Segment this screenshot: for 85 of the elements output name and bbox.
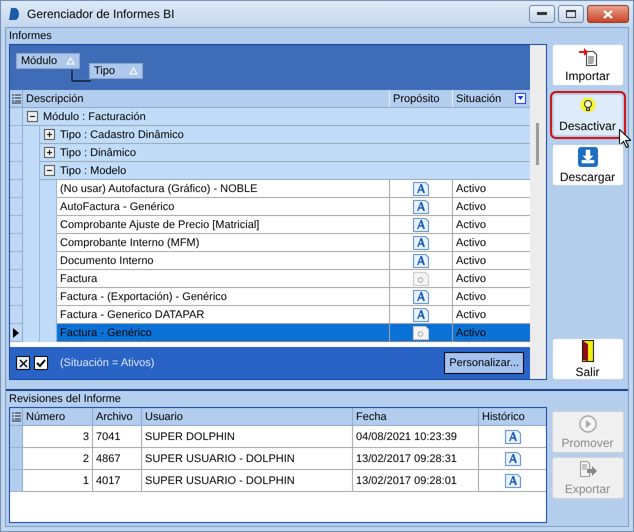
section-label: Informes	[8, 29, 53, 44]
close-icon	[603, 10, 613, 18]
close-button[interactable]	[587, 5, 629, 23]
report-row[interactable]: (No usar) Autofactura (Gráfico) - NOBLE Activo	[10, 180, 530, 198]
group-by-chip[interactable]: Tipo	[89, 63, 143, 79]
table-cell: 13/02/2017 09:28:31	[353, 448, 479, 470]
group-row-label: Tipo : Cadastro Dinâmico	[60, 128, 184, 140]
vertical-scrollbar[interactable]	[530, 45, 546, 379]
expand-icon[interactable]	[44, 129, 55, 140]
indent-cell	[23, 324, 40, 342]
app-logo-icon	[9, 8, 19, 20]
group-row-label: Módulo : Facturación	[43, 110, 146, 122]
row-indicator[interactable]	[10, 324, 23, 342]
collapse-icon[interactable]	[44, 165, 55, 176]
filter-checkbox[interactable]	[34, 356, 48, 370]
expand-icon[interactable]	[44, 147, 55, 158]
current-row-icon	[13, 328, 19, 338]
table-cell: Documento Interno	[57, 252, 390, 270]
report-row[interactable]: Comprobante Interno (MFM) Activo	[10, 234, 530, 252]
table-cell: Factura	[57, 270, 390, 288]
document-a-icon[interactable]	[504, 452, 520, 466]
play-icon	[578, 414, 596, 432]
table-cell: 3	[23, 426, 93, 448]
customize-button[interactable]: Personalizar...	[444, 352, 524, 374]
table-cell: 7041	[93, 426, 142, 448]
column-header[interactable]: Número	[23, 408, 93, 425]
column-header[interactable]: Usuario	[142, 408, 353, 425]
door-icon	[582, 340, 594, 362]
report-row[interactable]: Documento Interno Activo	[10, 252, 530, 270]
column-header[interactable]: Fecha	[353, 408, 479, 425]
sort-icon	[129, 67, 138, 75]
table-cell: Activo	[453, 324, 530, 342]
toolbar-button[interactable]: Descargar	[552, 144, 624, 186]
table-cell: SUPER USUARIO - DOLPHIN	[142, 448, 353, 470]
report-row[interactable]: Comprobante Ajuste de Precio [Matricial] Activo	[10, 216, 530, 234]
table-cell: SUPER DOLPHIN	[142, 426, 353, 448]
document-a-icon[interactable]	[504, 430, 520, 444]
lightbulb-icon	[578, 98, 596, 116]
maximize-button[interactable]	[558, 5, 584, 23]
report-row[interactable]: Factura Activo	[10, 270, 530, 288]
connector-line	[71, 70, 91, 82]
table-cell: 04/08/2021 10:23:39	[353, 426, 479, 448]
report-row[interactable]: Factura - (Exportación) - Genérico Activo	[10, 288, 530, 306]
table-cell: 4867	[93, 448, 142, 470]
mouse-cursor-icon	[618, 129, 630, 148]
column-header[interactable]: Descripción	[23, 90, 390, 107]
filter-text: (Situación = Ativos)	[60, 357, 156, 369]
table-cell: 13/02/2017 09:28:01	[353, 470, 479, 492]
table-cell: 1	[23, 470, 93, 492]
table-cell: 2	[23, 448, 93, 470]
section-label: Revisiones del Informe	[8, 392, 122, 407]
import-document-icon	[578, 48, 596, 66]
export-document-icon	[578, 460, 596, 478]
table-cell: (No usar) Autofactura (Gráfico) - NOBLE	[57, 180, 390, 198]
group-by-chip[interactable]: Módulo	[16, 53, 80, 69]
window-title: Gerenciador de Informes BI	[27, 7, 176, 21]
document-a-icon[interactable]	[504, 474, 520, 488]
group-row-label: Tipo : Dinâmico	[60, 146, 136, 158]
toolbar-button[interactable]: Salir	[552, 338, 624, 380]
column-header[interactable]: Histórico	[479, 408, 546, 425]
column-chooser-icon[interactable]	[12, 94, 20, 104]
table-cell: SUPER USUARIO - DOLPHIN	[142, 470, 353, 492]
download-icon	[578, 146, 598, 166]
table-cell: Factura - (Exportación) - Genérico	[57, 288, 390, 306]
column-header[interactable]: Archivo	[93, 408, 142, 425]
table-cell: Factura - Genérico	[57, 324, 390, 342]
maximize-icon	[566, 10, 576, 18]
column-chooser-icon[interactable]	[12, 412, 20, 422]
report-row[interactable]: AutoFactura - Genérico Activo	[10, 198, 530, 216]
report-row[interactable]: Factura - Genérico Activo	[10, 324, 530, 342]
table-cell: Comprobante Interno (MFM)	[57, 234, 390, 252]
table-cell: 4017	[93, 470, 142, 492]
group-row-label: Tipo : Modelo	[60, 164, 126, 176]
table-cell: AutoFactura - Genérico	[57, 198, 390, 216]
minimize-button[interactable]	[529, 5, 555, 23]
minimize-icon	[537, 12, 547, 16]
clear-filter-button[interactable]	[16, 356, 30, 370]
toolbar-button[interactable]: Importar	[552, 44, 624, 86]
sort-icon	[66, 57, 75, 65]
collapse-icon[interactable]	[27, 111, 38, 122]
column-header[interactable]: Propósito	[390, 90, 453, 107]
column-header[interactable]: Situación	[453, 90, 530, 107]
filter-icon[interactable]	[515, 93, 526, 104]
table-cell: Comprobante Ajuste de Precio [Matricial]	[57, 216, 390, 234]
indent-cell	[40, 324, 57, 342]
